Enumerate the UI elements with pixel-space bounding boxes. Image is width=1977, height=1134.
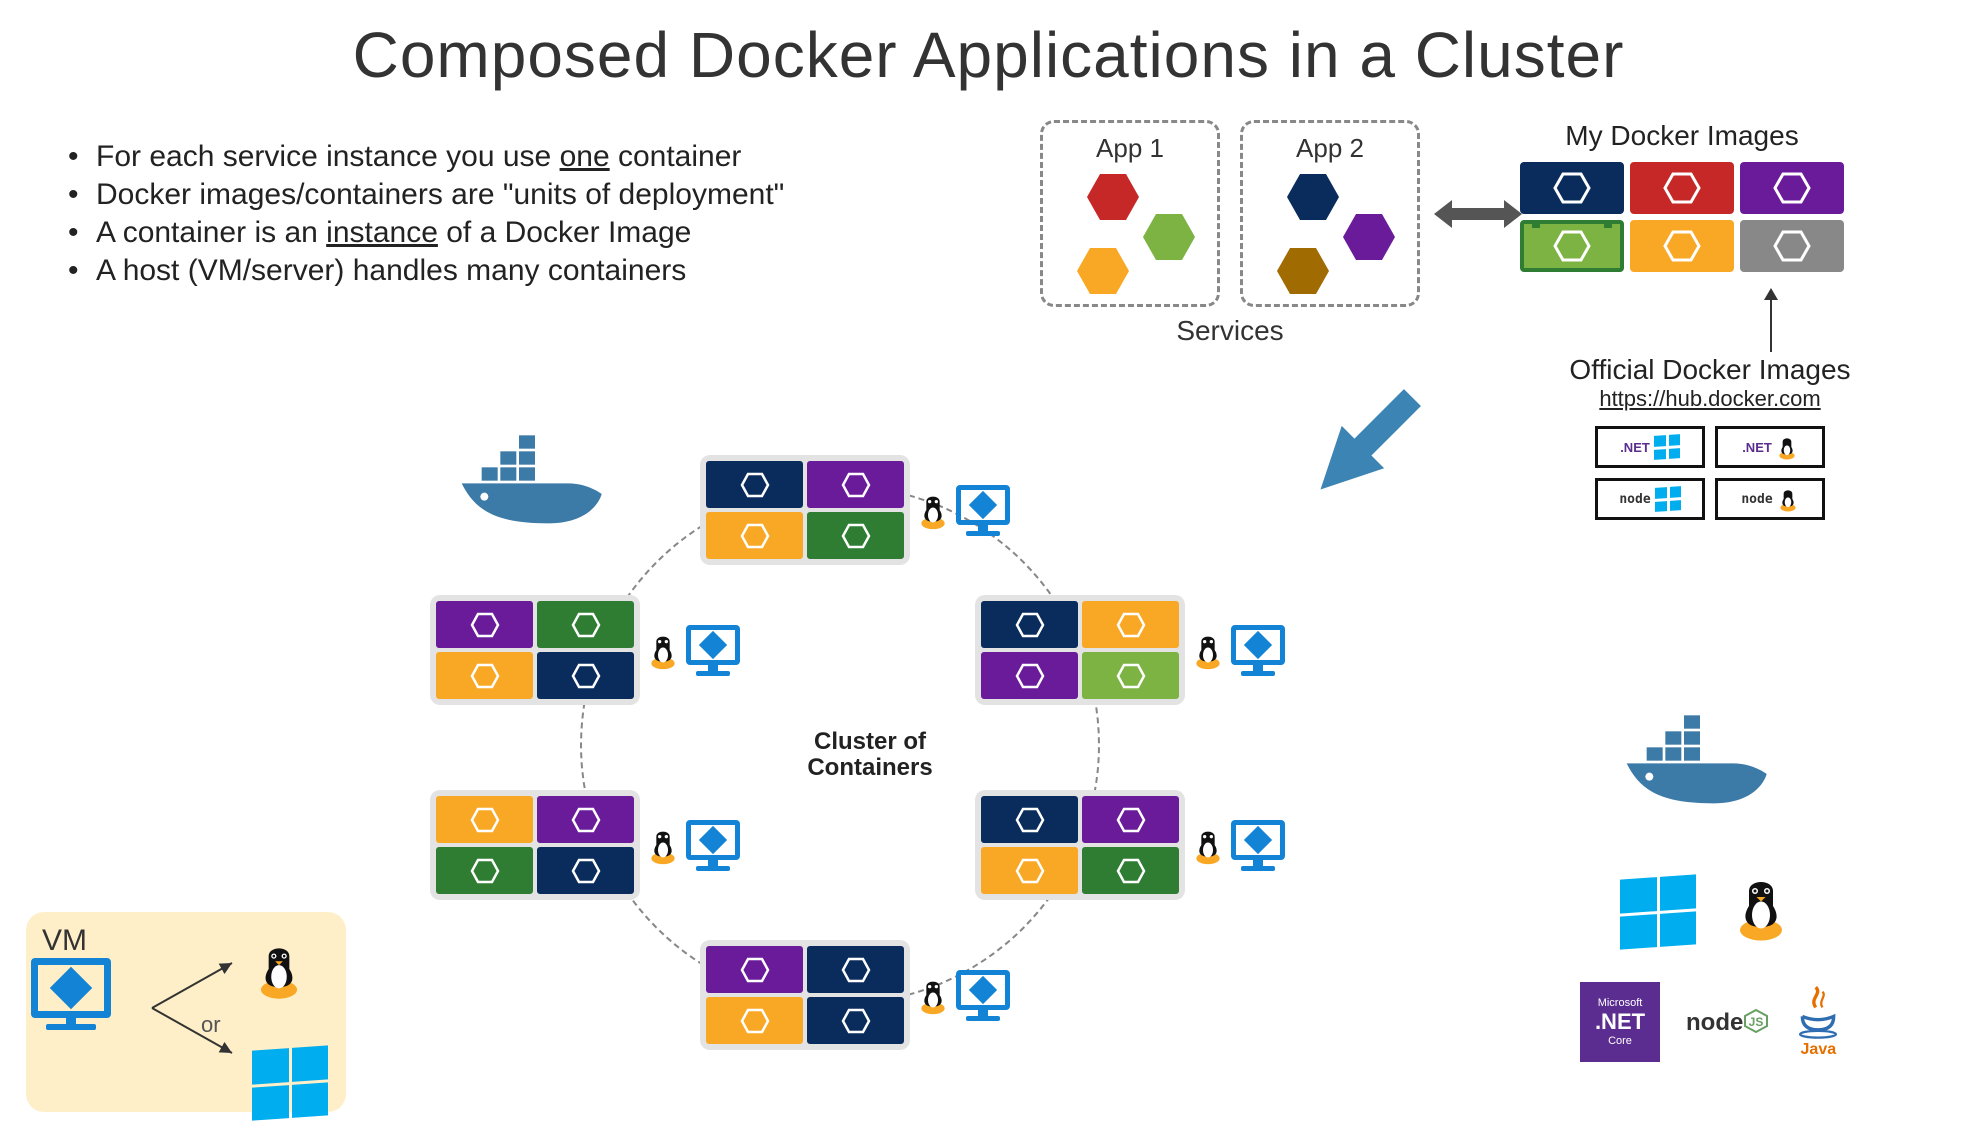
service-hex-icon: [1287, 174, 1339, 220]
cluster-node: [700, 450, 1020, 570]
cluster-label: Cluster ofContainers: [799, 725, 940, 786]
service-hex-icon: [1343, 214, 1395, 260]
linux-tux-icon: [1191, 630, 1225, 670]
java-logo-icon: Java: [1795, 985, 1841, 1059]
vm-monitor-icon: [684, 820, 742, 871]
service-hex-icon: [1143, 214, 1195, 260]
services-caption: Services: [1176, 315, 1283, 347]
linux-tux-icon: [1777, 486, 1799, 512]
docker-image-icon: [1630, 220, 1734, 272]
linux-tux-icon: [646, 825, 680, 865]
official-image-box: .NET: [1715, 426, 1825, 468]
official-link: https://hub.docker.com: [1540, 386, 1880, 412]
container-box-icon: [807, 512, 904, 559]
page-title: Composed Docker Applications in a Cluste…: [0, 0, 1977, 92]
cluster-node: [975, 785, 1295, 905]
app-label: App 2: [1257, 133, 1403, 164]
vm-monitor-icon: [1229, 625, 1287, 676]
svg-text:JS: JS: [1749, 1015, 1764, 1029]
vm-legend: VM or: [26, 912, 346, 1112]
linux-tux-icon: [1191, 825, 1225, 865]
vm-monitor-icon: [954, 970, 1012, 1021]
container-box-icon: [981, 601, 1078, 648]
linux-tux-icon: [1730, 870, 1792, 947]
docker-image-icon: [1740, 162, 1844, 214]
windows-logo-icon: [252, 1048, 328, 1118]
cluster-node: [430, 590, 750, 710]
vm-monitor-icon: [42, 958, 100, 1030]
cluster-node: [975, 590, 1295, 710]
vm-monitor-icon: [1229, 820, 1287, 871]
bullet-item: A host (VM/server) handles many containe…: [68, 254, 784, 288]
cluster-panel: Cluster ofContainers: [400, 445, 1340, 1085]
netcore-logo-icon: Microsoft .NET Core: [1580, 982, 1660, 1062]
docker-image-icon: [1630, 162, 1734, 214]
container-box-icon: [537, 601, 634, 648]
os-logos: [1620, 870, 1792, 947]
apps-panel: App 1 App 2 Services: [1040, 120, 1420, 347]
container-box-icon: [436, 847, 533, 894]
my-images-title: My Docker Images: [1520, 120, 1844, 152]
container-box-icon: [706, 946, 803, 993]
bullet-item: A container is an instance of a Docker I…: [68, 216, 784, 250]
tech-logos: Microsoft .NET Core nodeJS Java: [1580, 982, 1841, 1062]
windows-logo-icon: [1654, 434, 1680, 460]
official-images: Official Docker Images https://hub.docke…: [1540, 354, 1880, 520]
container-box-icon: [706, 461, 803, 508]
official-image-box: node: [1595, 478, 1705, 520]
bullet-item: For each service instance you use one co…: [68, 140, 784, 174]
linux-tux-icon: [646, 630, 680, 670]
windows-logo-icon: [1620, 877, 1696, 947]
app-box: App 2: [1240, 120, 1420, 307]
container-box-icon: [706, 512, 803, 559]
cluster-node: [700, 935, 1020, 1055]
container-box-icon: [436, 652, 533, 699]
app-box: App 1: [1040, 120, 1220, 307]
container-box-icon: [807, 946, 904, 993]
service-hex-icon: [1087, 174, 1139, 220]
container-box-icon: [537, 796, 634, 843]
linux-tux-icon: [916, 975, 950, 1015]
bullet-item: Docker images/containers are "units of d…: [68, 178, 784, 212]
container-box-icon: [436, 601, 533, 648]
container-box-icon: [1082, 796, 1179, 843]
linux-tux-icon: [252, 938, 306, 1005]
official-image-box: node: [1715, 478, 1825, 520]
service-hex-icon: [1077, 248, 1129, 294]
my-docker-images: My Docker Images: [1520, 120, 1844, 272]
container-box-icon: [807, 461, 904, 508]
docker-image-icon: [1740, 220, 1844, 272]
container-box-icon: [537, 847, 634, 894]
branch-arrow-icon: [142, 948, 262, 1068]
docker-image-icon: [1520, 162, 1624, 214]
container-box-icon: [807, 997, 904, 1044]
cluster-node: [430, 785, 750, 905]
or-label: or: [201, 1012, 221, 1038]
windows-logo-icon: [1655, 486, 1681, 512]
docker-whale-icon: [1620, 710, 1780, 830]
official-title: Official Docker Images: [1540, 354, 1880, 386]
docker-image-icon: [1520, 220, 1624, 272]
linux-tux-icon: [916, 490, 950, 530]
linux-tux-icon: [1776, 434, 1798, 460]
bullet-list: For each service instance you use one co…: [68, 140, 784, 292]
container-box-icon: [436, 796, 533, 843]
container-box-icon: [981, 652, 1078, 699]
container-box-icon: [981, 796, 1078, 843]
double-arrow-icon: [1438, 200, 1518, 228]
container-box-icon: [1082, 847, 1179, 894]
vm-monitor-icon: [684, 625, 742, 676]
official-image-box: .NET: [1595, 426, 1705, 468]
up-arrow-icon: [1770, 298, 1772, 352]
container-box-icon: [1082, 652, 1179, 699]
vm-monitor-icon: [954, 485, 1012, 536]
container-box-icon: [706, 997, 803, 1044]
container-box-icon: [537, 652, 634, 699]
service-hex-icon: [1277, 248, 1329, 294]
nodejs-logo-icon: nodeJS: [1686, 1008, 1769, 1037]
container-box-icon: [981, 847, 1078, 894]
app-label: App 1: [1057, 133, 1203, 164]
container-box-icon: [1082, 601, 1179, 648]
